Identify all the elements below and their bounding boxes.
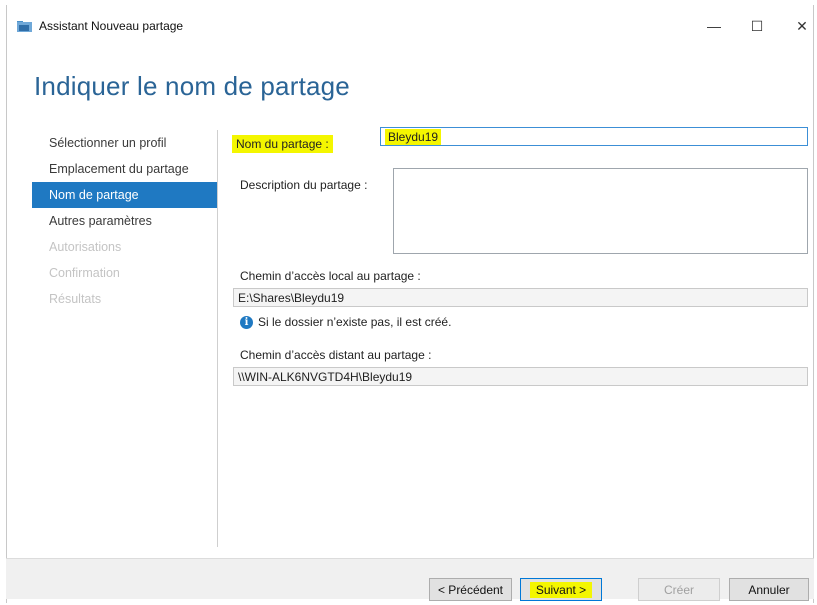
wizard-window: Assistant Nouveau partage — ☐ ✕ Indiquer…: [6, 5, 814, 603]
cancel-button[interactable]: Annuler: [729, 578, 809, 601]
previous-button[interactable]: < Précédent: [429, 578, 512, 601]
nav-item-share-location[interactable]: Emplacement du partage: [32, 156, 217, 182]
nav-item-results: Résultats: [49, 292, 102, 306]
nav-item-confirmation: Confirmation: [49, 266, 120, 280]
nav-item-permissions: Autorisations: [49, 240, 122, 254]
close-button[interactable]: ✕: [782, 11, 817, 41]
share-name-input[interactable]: Bleydu19: [380, 127, 808, 146]
info-text: Si le dossier n’existe pas, il est créé.: [258, 315, 452, 329]
next-button-label: Suivant >: [529, 581, 593, 598]
description-textarea[interactable]: [393, 168, 808, 254]
remote-path-field[interactable]: \\WIN-ALK6NVGTD4H\Bleydu19: [233, 367, 808, 386]
nav-item-select-profile[interactable]: Sélectionner un profil: [32, 130, 217, 156]
nav-item-other-settings[interactable]: Autres paramètres: [32, 208, 217, 234]
local-path-field[interactable]: E:\Shares\Bleydu19: [233, 288, 808, 307]
share-folder-icon: [17, 21, 32, 32]
nav-item-share-name[interactable]: Nom de partage: [32, 182, 217, 208]
minimize-button[interactable]: —: [694, 11, 734, 41]
description-label: Description du partage :: [240, 178, 368, 192]
share-name-label: Nom du partage :: [232, 135, 333, 153]
info-message: i Si le dossier n’existe pas, il est cré…: [240, 315, 451, 329]
window-title: Assistant Nouveau partage: [39, 19, 184, 33]
create-button: Créer: [638, 578, 720, 601]
local-path-label: Chemin d’accès local au partage :: [240, 269, 421, 283]
share-name-value: Bleydu19: [385, 129, 442, 145]
remote-path-label: Chemin d’accès distant au partage :: [240, 348, 432, 362]
title-bar[interactable]: Assistant Nouveau partage — ☐ ✕: [7, 5, 813, 41]
page-title: Indiquer le nom de partage: [34, 71, 350, 101]
info-icon: i: [240, 315, 253, 329]
wizard-nav: Sélectionner un profil Emplacement du pa…: [32, 130, 217, 312]
maximize-button[interactable]: ☐: [737, 11, 777, 41]
nav-divider: [217, 130, 218, 547]
share-name-label-text: Nom du partage :: [232, 135, 333, 153]
next-button[interactable]: Suivant >: [520, 578, 602, 601]
